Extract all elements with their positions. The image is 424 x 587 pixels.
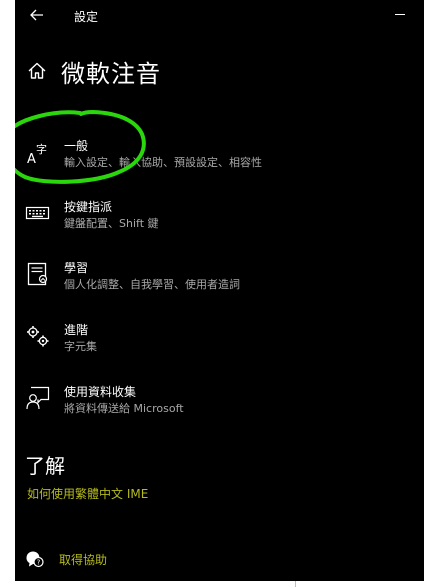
- nav-item-label: 按鍵指派: [64, 200, 113, 214]
- page-header: 微軟注音: [27, 54, 161, 88]
- nav-item-advanced[interactable]: 進階 字元集: [25, 321, 415, 361]
- minimize-icon: [395, 14, 405, 15]
- nav-item-label: 學習: [64, 261, 89, 275]
- gears-icon: [27, 326, 49, 347]
- home-icon[interactable]: [27, 61, 47, 81]
- page-title: 微軟注音: [61, 59, 161, 88]
- nav-item-description: 將資料傳送給 Microsoft: [64, 402, 184, 415]
- divider: [295, 581, 296, 587]
- nav-item-key-assignment[interactable]: 按鍵指派 鍵盤配置、Shift 鍵: [25, 198, 415, 238]
- nav-item-general[interactable]: A 字 一般 輸入設定、輸入協助、預設設定、相容性: [25, 137, 415, 177]
- feedback-user-icon: [26, 386, 50, 410]
- nav-item-description: 字元集: [64, 340, 97, 353]
- nav-item-label: 進階: [64, 323, 89, 337]
- title-bar: 設定: [15, 0, 424, 30]
- settings-window: 設定 微軟注音 A 字 一般 輸入設定、輸入協助、預設設定、相容性 按鍵指派 鍵…: [15, 0, 424, 581]
- svg-text:?: ?: [37, 559, 41, 567]
- desktop-background: [0, 0, 15, 587]
- nav-item-description: 個人化調整、自我學習、使用者造詞: [64, 278, 240, 291]
- nav-item-label: 使用資料收集: [64, 385, 137, 399]
- learning-book-icon: [27, 262, 48, 286]
- svg-text:A: A: [27, 152, 36, 165]
- nav-item-description: 鍵盤配置、Shift 鍵: [64, 217, 159, 230]
- back-button[interactable]: [27, 5, 47, 25]
- nav-item-description: 輸入設定、輸入協助、預設設定、相容性: [64, 156, 262, 169]
- ime-help-link[interactable]: 如何使用繁體中文 IME: [27, 485, 148, 502]
- taskbar-edge: [15, 581, 424, 587]
- nav-item-data-collection[interactable]: 使用資料收集 將資料傳送給 Microsoft: [25, 383, 415, 423]
- character-a-icon: A 字: [27, 142, 47, 165]
- svg-text:字: 字: [36, 142, 47, 156]
- keyboard-icon: [25, 206, 50, 220]
- get-help-link[interactable]: ? 取得協助: [25, 549, 107, 569]
- back-arrow-icon: [30, 9, 43, 21]
- help-label: 取得協助: [59, 552, 108, 567]
- nav-item-learning[interactable]: 學習 個人化調整、自我學習、使用者造詞: [25, 259, 415, 299]
- minimize-button[interactable]: [393, 8, 407, 22]
- section-title: 了解: [25, 454, 65, 478]
- help-chat-icon: ?: [26, 551, 44, 568]
- nav-item-label: 一般: [64, 139, 89, 153]
- window-title: 設定: [74, 10, 99, 24]
